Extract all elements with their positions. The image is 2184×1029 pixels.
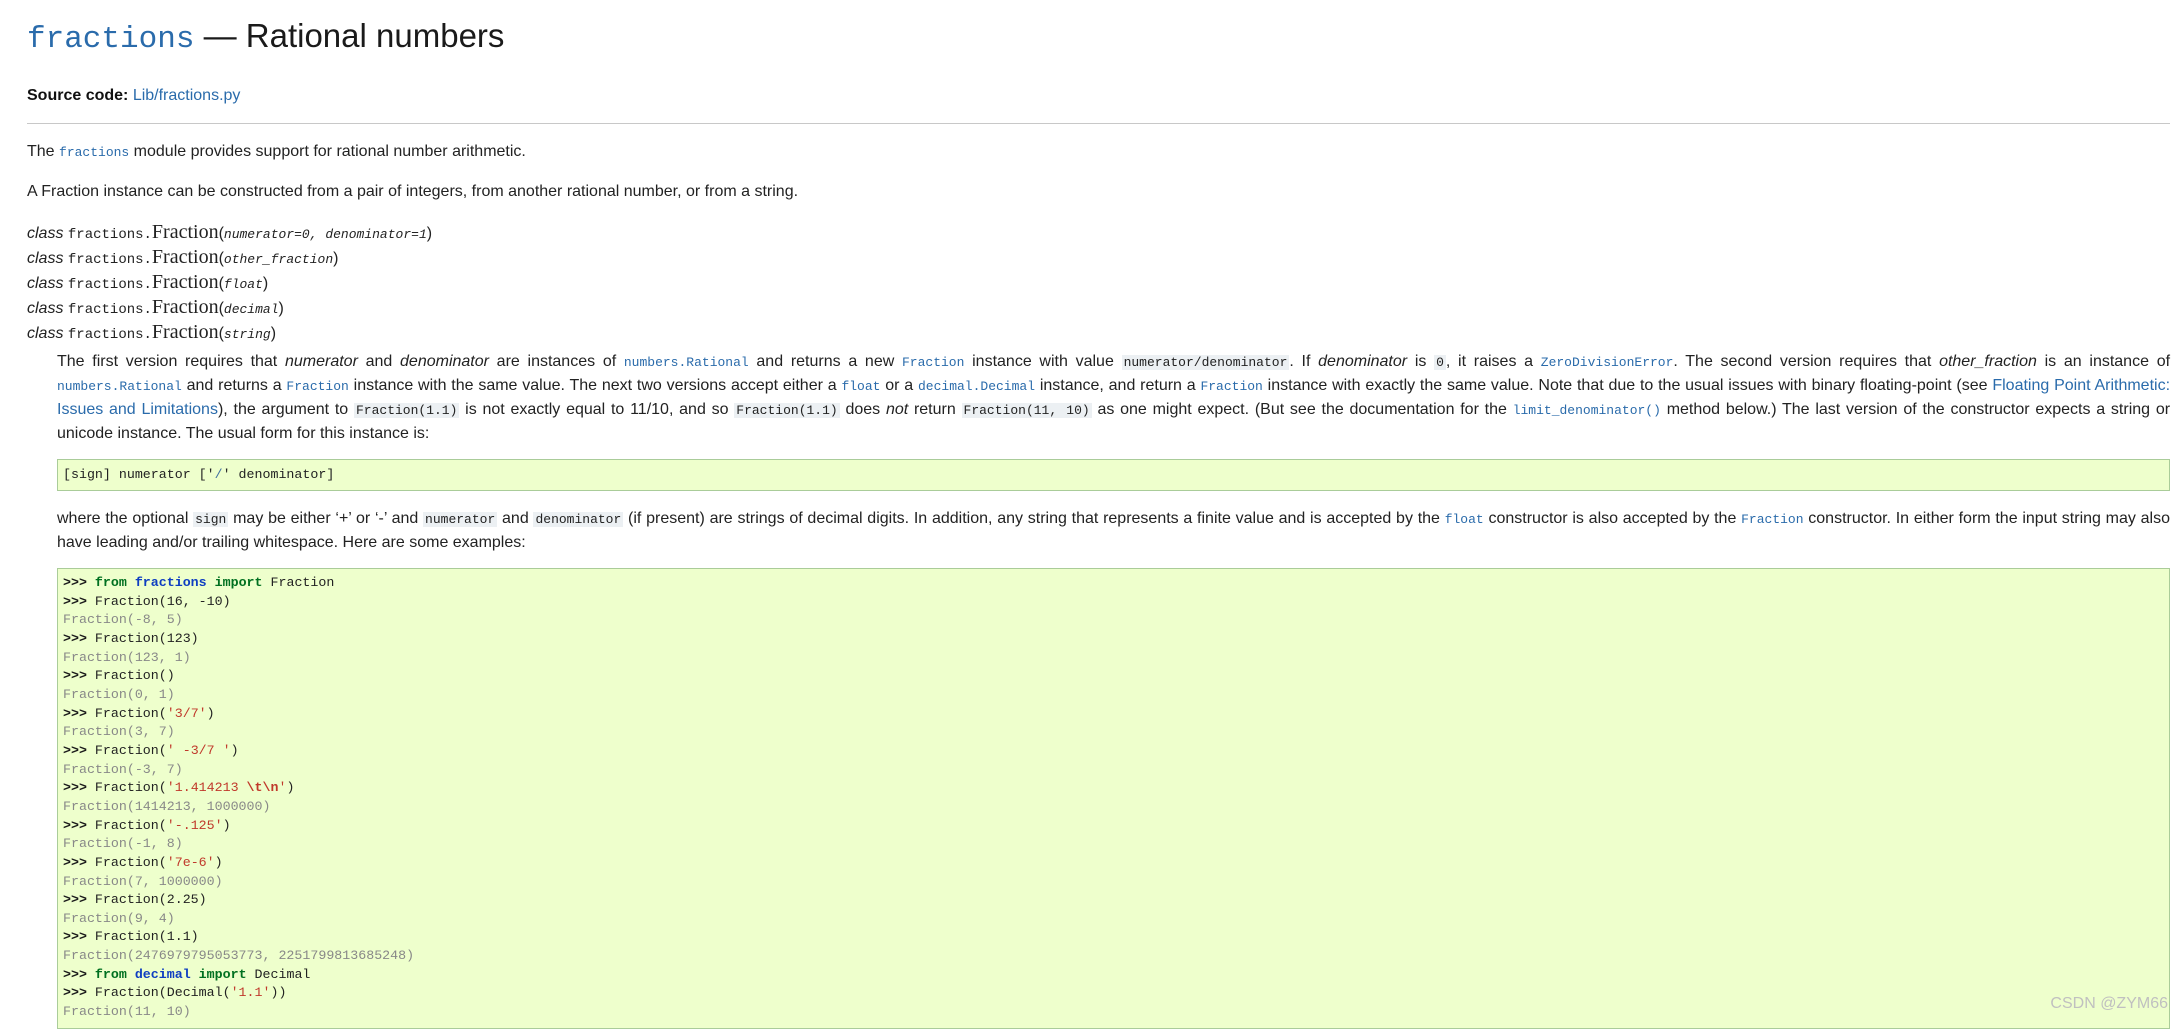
sig-params: string xyxy=(223,327,271,342)
class-description: The first version requires that numerato… xyxy=(57,350,2170,1029)
page-title: fractions — Rational numbers xyxy=(27,14,2170,62)
sig-keyword: class xyxy=(27,275,64,292)
divider xyxy=(27,123,2170,124)
numbers-rational-link[interactable]: numbers.Rational xyxy=(624,355,749,370)
fraction-link[interactable]: Fraction xyxy=(902,355,964,370)
sig-keyword: class xyxy=(27,225,64,242)
inline-code: sign xyxy=(193,512,229,527)
grammar-block: [sign] numerator ['/' denominator] xyxy=(57,459,2170,491)
inline-code: numerator xyxy=(423,512,498,527)
float-link-2[interactable]: float xyxy=(1445,512,1484,527)
signature-2: class fractions.Fraction(other_fraction) xyxy=(27,246,339,268)
source-code-line: Source code: Lib/fractions.py xyxy=(27,86,2170,106)
sig-params: float xyxy=(223,277,263,292)
signature-1: class fractions.Fraction(numerator=0, de… xyxy=(27,221,433,243)
sig-prefix: fractions. xyxy=(67,302,152,318)
class-signatures: class fractions.Fraction(numerator=0, de… xyxy=(27,221,2170,346)
intro-text-2: module provides support for rational num… xyxy=(129,143,526,160)
sig-name: Fraction xyxy=(151,271,219,293)
zerodivisionerror-link[interactable]: ZeroDivisionError xyxy=(1541,355,1674,370)
sig-name: Fraction xyxy=(151,221,219,243)
sig-prefix: fractions. xyxy=(67,327,152,343)
fractions-module-link[interactable]: fractions xyxy=(59,145,129,160)
fraction-link-4[interactable]: Fraction xyxy=(1741,512,1803,527)
inline-code: Fraction(11, 10) xyxy=(961,403,1092,418)
float-link[interactable]: float xyxy=(841,379,880,394)
inline-code: 0 xyxy=(1434,355,1446,370)
sig-name: Fraction xyxy=(151,246,219,268)
sig-prefix: fractions. xyxy=(67,277,152,293)
inline-code: Fraction(1.1) xyxy=(734,403,840,418)
signature-4: class fractions.Fraction(decimal) xyxy=(27,296,284,318)
intro-text: The xyxy=(27,143,60,160)
doc-page: fractions — Rational numbers Source code… xyxy=(27,0,2170,1029)
source-code-label: Source code: xyxy=(27,87,129,104)
fraction-link-3[interactable]: Fraction xyxy=(1200,379,1262,394)
sig-name: Fraction xyxy=(151,296,219,318)
inline-code: numerator/denominator xyxy=(1121,355,1290,370)
inline-code: Fraction(1.1) xyxy=(353,403,460,418)
sig-params: decimal xyxy=(223,302,279,317)
construct-paragraph: A Fraction instance can be constructed f… xyxy=(27,183,799,200)
intro-paragraph: The fractions module provides support fo… xyxy=(27,140,2170,164)
source-code-link[interactable]: Lib/fractions.py xyxy=(133,87,241,104)
numbers-rational-link-2[interactable]: numbers.Rational xyxy=(57,379,182,394)
sig-keyword: class xyxy=(27,250,64,267)
sig-name: Fraction xyxy=(151,321,219,343)
signature-3: class fractions.Fraction(float) xyxy=(27,271,269,293)
sig-params: other_fraction xyxy=(223,252,334,267)
watermark: CSDN @ZYM66 xyxy=(2050,995,2168,1012)
string-form-paragraph: where the optional sign may be either ‘+… xyxy=(57,510,2171,551)
inline-code: denominator xyxy=(533,512,624,527)
title-module-name: fractions xyxy=(27,22,195,57)
sig-keyword: class xyxy=(27,300,64,317)
sig-keyword: class xyxy=(27,325,64,342)
decimal-link[interactable]: decimal.Decimal xyxy=(918,379,1035,394)
sig-prefix: fractions. xyxy=(67,227,152,243)
sig-prefix: fractions. xyxy=(67,252,152,268)
description-paragraph: The first version requires that numerato… xyxy=(57,353,2171,442)
fraction-link-2[interactable]: Fraction xyxy=(286,379,348,394)
examples-code-block: >>> from fractions import Fraction >>> F… xyxy=(57,568,2170,1029)
signature-5: class fractions.Fraction(string) xyxy=(27,321,277,343)
sig-params: numerator=0, denominator=1 xyxy=(223,227,427,242)
limit-denominator-link[interactable]: limit_denominator() xyxy=(1513,403,1661,418)
title-text: — Rational numbers xyxy=(194,17,505,54)
